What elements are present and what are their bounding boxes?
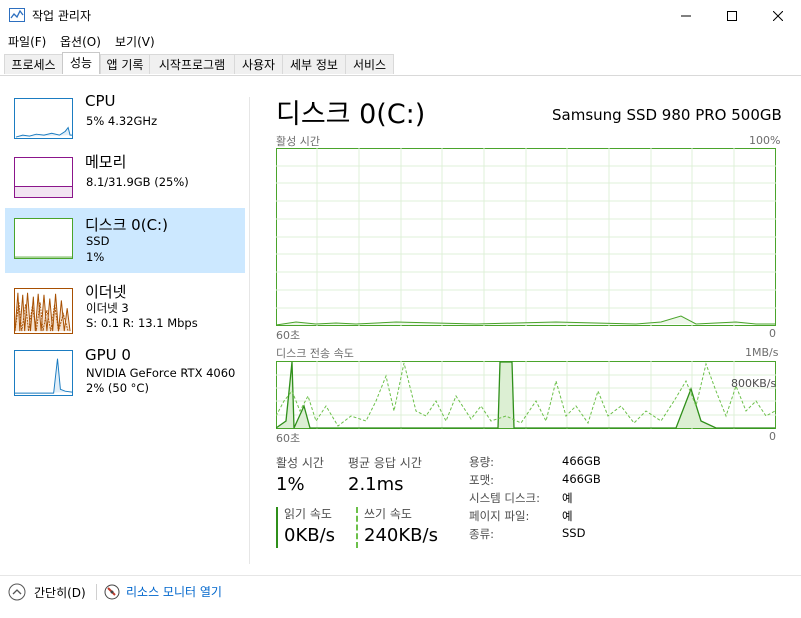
sidebar-item-label: GPU 0 — [85, 346, 131, 364]
page-title: 디스크 0(C:) — [276, 99, 426, 130]
tab-users[interactable]: 사용자 — [234, 54, 283, 74]
disk-model: Samsung SSD 980 PRO 500GB — [552, 106, 782, 124]
menu-bar: 파일(F) 옵션(O) 보기(V) — [0, 31, 801, 51]
chart2-max: 1MB/s — [745, 346, 779, 359]
menu-options[interactable]: 옵션(O) — [60, 33, 101, 50]
sidebar-item-label: 메모리 — [85, 153, 127, 171]
chart1-xleft: 60초 — [276, 329, 301, 342]
footer-divider — [96, 584, 97, 600]
detail-label: 용량: — [469, 455, 495, 469]
window-title: 작업 관리자 — [32, 9, 92, 23]
chart2-mid-label: 800KB/s — [731, 377, 777, 390]
ethernet-thumbnail — [14, 288, 73, 334]
active-time-graph — [276, 148, 776, 326]
chart1-label: 활성 시간 — [276, 135, 320, 148]
sidebar-item-detail: SSD — [86, 234, 110, 248]
chart2-xright: 0 — [769, 430, 776, 443]
maximize-button[interactable] — [709, 0, 755, 31]
detail-value: 예 — [562, 509, 573, 523]
tab-app-history[interactable]: 앱 기록 — [100, 54, 150, 74]
sidebar-item-usage: 2% (50 °C) — [86, 381, 149, 395]
minimize-icon — [681, 15, 691, 16]
sidebar-item-usage: 1% — [86, 250, 105, 264]
read-speed-label: 읽기 속도 — [284, 507, 332, 521]
resource-monitor-icon — [104, 584, 120, 599]
tab-performance[interactable]: 성능 — [62, 52, 100, 74]
chart1-xright: 0 — [769, 327, 776, 340]
detail-label: 페이지 파일: — [469, 509, 530, 523]
read-speed-marker — [276, 507, 278, 548]
close-icon — [773, 10, 783, 21]
sidebar-item-gpu[interactable]: GPU 0 NVIDIA GeForce RTX 4060 2% (50 °C) — [5, 346, 245, 414]
sidebar-item-detail: 5% 4.32GHz — [86, 114, 158, 128]
disk-thumbnail — [14, 218, 73, 259]
active-time-label: 활성 시간 — [276, 456, 324, 470]
minimize-button[interactable] — [663, 0, 709, 31]
sidebar-item-ethernet[interactable]: 이더넷 이더넷 3 S: 0.1 R: 13.1 Mbps — [5, 283, 245, 349]
sidebar-item-label: 디스크 0(C:) — [85, 216, 168, 234]
menu-view[interactable]: 보기(V) — [115, 33, 155, 50]
task-manager-icon — [9, 8, 25, 22]
collapse-button[interactable]: 간단히(D) — [8, 583, 86, 601]
chevron-up-icon — [8, 583, 26, 601]
chart2-xleft: 60초 — [276, 432, 301, 445]
transfer-rate-graph — [276, 361, 776, 429]
detail-label: 종류: — [469, 527, 495, 541]
close-button[interactable] — [755, 0, 801, 31]
panel-divider — [249, 97, 250, 564]
resource-monitor-link[interactable]: 리소스 모니터 열기 — [104, 583, 222, 600]
tab-strip: 프로세스 성능 앱 기록 시작프로그램 사용자 세부 정보 서비스 — [0, 52, 801, 76]
sidebar-item-detail: 이더넷 3 — [86, 301, 129, 315]
resource-monitor-label: 리소스 모니터 열기 — [126, 585, 222, 599]
sidebar-item-disk[interactable]: 디스크 0(C:) SSD 1% — [5, 208, 245, 273]
response-time-label: 평균 응답 시간 — [348, 456, 422, 470]
menu-file[interactable]: 파일(F) — [8, 33, 46, 50]
detail-value: 예 — [562, 491, 573, 505]
write-speed-value: 240KB/s — [364, 525, 438, 546]
memory-thumbnail — [14, 157, 73, 198]
sidebar-item-detail: 8.1/31.9GB (25%) — [86, 175, 189, 189]
footer-bar: 간단히(D) 리소스 모니터 열기 — [0, 575, 801, 618]
maximize-icon — [727, 10, 737, 21]
detail-value: 466GB — [562, 472, 601, 486]
write-speed-marker — [356, 507, 358, 548]
sidebar-item-detail: NVIDIA GeForce RTX 4060 — [86, 366, 236, 380]
detail-label: 시스템 디스크: — [469, 491, 541, 505]
detail-value: SSD — [562, 526, 586, 540]
tab-services[interactable]: 서비스 — [345, 54, 394, 74]
chart1-max: 100% — [749, 134, 781, 147]
read-speed-value: 0KB/s — [284, 525, 336, 546]
active-time-value: 1% — [276, 474, 305, 495]
sidebar-item-label: 이더넷 — [85, 283, 127, 301]
chart2-label: 디스크 전송 속도 — [276, 347, 354, 360]
tab-processes[interactable]: 프로세스 — [4, 54, 63, 74]
response-time-value: 2.1ms — [348, 474, 404, 495]
tab-startup[interactable]: 시작프로그램 — [149, 54, 235, 74]
gpu-thumbnail — [14, 350, 73, 396]
collapse-label: 간단히(D) — [34, 585, 86, 600]
tab-details[interactable]: 세부 정보 — [282, 54, 346, 74]
sidebar-item-cpu[interactable]: CPU 5% 4.32GHz — [5, 92, 245, 159]
title-bar: 작업 관리자 — [0, 0, 801, 31]
sidebar-item-throughput: S: 0.1 R: 13.1 Mbps — [86, 316, 198, 330]
detail-label: 포맷: — [469, 473, 495, 487]
write-speed-label: 쓰기 속도 — [364, 507, 412, 521]
sidebar-item-label: CPU — [85, 92, 116, 110]
cpu-thumbnail — [14, 98, 73, 139]
detail-value: 466GB — [562, 454, 601, 468]
